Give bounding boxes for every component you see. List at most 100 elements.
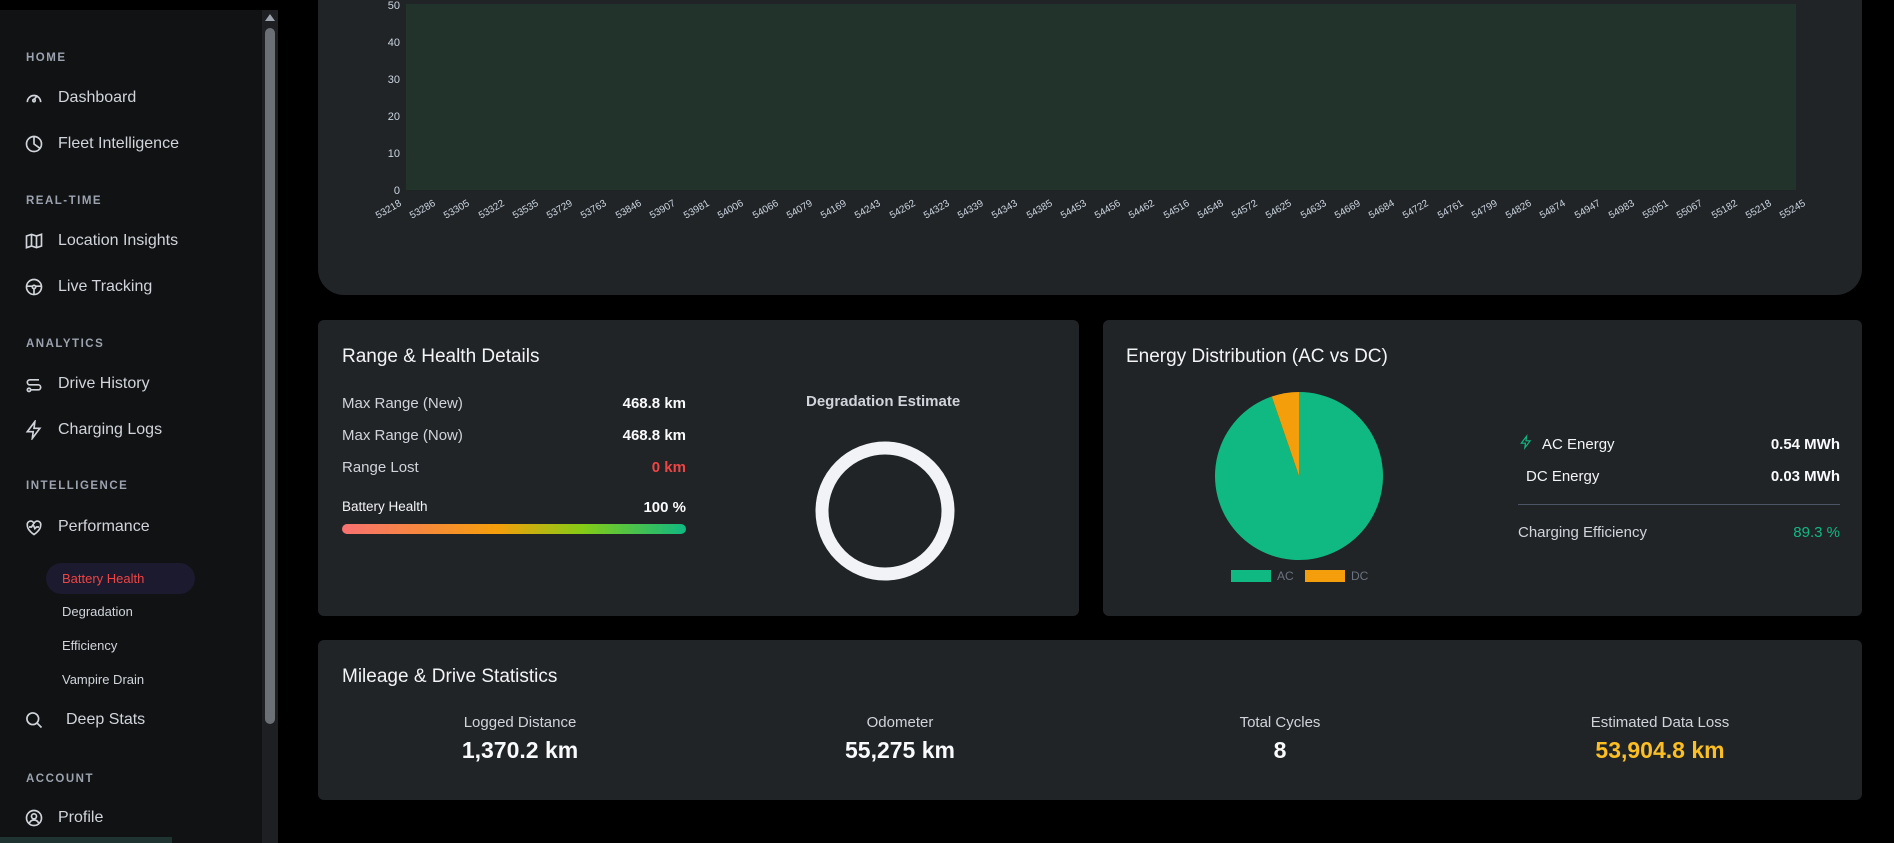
section-intelligence: INTELLIGENCE — [26, 480, 129, 492]
x-tick: 53305 — [442, 198, 473, 222]
x-tick: 54006 — [716, 198, 747, 222]
lightning-icon — [1520, 434, 1532, 450]
scroll-thumb[interactable] — [265, 28, 275, 724]
x-tick: 54874 — [1538, 198, 1568, 222]
x-tick: 53981 — [682, 198, 712, 222]
pie-chart-icon — [25, 135, 43, 153]
energy-title: Energy Distribution (AC vs DC) — [1126, 346, 1388, 367]
section-home: HOME — [26, 52, 67, 64]
y-tick: 50 — [387, 0, 400, 12]
x-tick: 54722 — [1401, 198, 1431, 222]
y-tick: 40 — [387, 37, 400, 49]
battery-health-value: 100 % — [643, 499, 686, 516]
x-tick: 54625 — [1264, 198, 1294, 222]
logged-distance-label: Logged Distance — [463, 714, 577, 731]
nav-location-insights[interactable]: Location Insights — [24, 231, 178, 251]
dc-energy-label: DC Energy — [1526, 468, 1600, 485]
section-analytics: ANALYTICS — [26, 338, 105, 350]
y-tick: 0 — [393, 185, 400, 197]
x-tick: 54323 — [921, 198, 952, 222]
nav-drive-history[interactable]: Drive History — [24, 374, 150, 394]
x-tick: 55051 — [1641, 198, 1671, 222]
sub-item-efficiency[interactable]: Efficiency — [62, 638, 117, 653]
nav-live-label: Live Tracking — [58, 278, 153, 295]
range-lost-label: Range Lost — [342, 459, 419, 476]
x-tick: 54572 — [1230, 198, 1260, 222]
x-tick: 53535 — [510, 198, 541, 222]
sub-battery-label: Battery Health — [62, 571, 145, 586]
steering-wheel-icon — [25, 278, 43, 296]
nav-performance[interactable]: Performance — [24, 517, 150, 537]
legend-dc-swatch — [1305, 570, 1345, 582]
legend-dc-label: DC — [1351, 569, 1369, 583]
x-tick: 54079 — [784, 198, 815, 222]
x-tick: 54453 — [1058, 198, 1089, 222]
max-range-new-value: 468.8 km — [622, 395, 686, 412]
section-realtime: REAL-TIME — [26, 195, 103, 207]
user-circle-icon — [25, 809, 43, 827]
max-range-now-value: 468.8 km — [622, 427, 686, 444]
nav-deep-stats[interactable]: Deep Stats — [24, 710, 145, 730]
nav-fleet-intelligence[interactable]: Fleet Intelligence — [24, 134, 179, 154]
ac-energy-label: AC Energy — [1542, 436, 1615, 453]
nav-charging-label: Charging Logs — [58, 421, 163, 438]
mileage-title: Mileage & Drive Statistics — [342, 666, 558, 687]
data-loss-value: 53,904.8 km — [1595, 737, 1725, 763]
scroll-up-arrow-icon[interactable] — [265, 14, 275, 21]
x-tick: 53763 — [579, 198, 610, 222]
sub-item-battery-health[interactable]: Battery Health — [46, 563, 195, 594]
x-tick: 54983 — [1606, 198, 1637, 222]
battery-health-label: Battery Health — [342, 499, 428, 514]
range-health-card: Range & Health Details Max Range (New) 4… — [318, 320, 1079, 616]
odometer-label: Odometer — [866, 714, 934, 731]
nav-location-label: Location Insights — [58, 232, 179, 249]
sub-item-vampire-drain[interactable]: Vampire Drain — [62, 672, 144, 687]
x-tick: 55218 — [1743, 198, 1774, 222]
x-tick: 54761 — [1435, 198, 1466, 222]
odometer-stat: Odometer 55,275 km — [750, 714, 1050, 764]
map-icon — [25, 233, 43, 249]
x-tick: 53322 — [476, 198, 507, 222]
legend-ac-swatch — [1231, 570, 1271, 582]
x-tick: 55182 — [1709, 198, 1740, 222]
chart-plot-area — [406, 4, 1796, 190]
odometer-value: 55,275 km — [845, 737, 955, 763]
charging-efficiency-label: Charging Efficiency — [1518, 524, 1647, 541]
x-tick: 53907 — [647, 198, 678, 222]
x-tick: 55067 — [1675, 198, 1705, 222]
heart-pulse-icon — [26, 520, 42, 536]
lightning-icon — [25, 420, 42, 440]
sidebar: HOME Dashboard Fleet Intelligence REAL-T… — [0, 10, 262, 843]
gauge-icon — [26, 94, 42, 103]
x-tick: 54262 — [887, 198, 918, 222]
x-tick: 54548 — [1195, 198, 1226, 222]
x-tick: 54684 — [1367, 198, 1397, 222]
x-tick: 54516 — [1161, 198, 1192, 222]
energy-pie-chart — [1215, 392, 1383, 560]
nav-live-tracking[interactable]: Live Tracking — [24, 277, 152, 297]
data-loss-stat: Estimated Data Loss 53,904.8 km — [1510, 714, 1810, 764]
range-health-title: Range & Health Details — [342, 346, 540, 367]
range-lost-value: 0 km — [651, 459, 686, 476]
sub-item-degradation[interactable]: Degradation — [62, 604, 133, 619]
degradation-estimate-title: Degradation Estimate — [806, 393, 961, 410]
x-tick: 53218 — [374, 198, 404, 222]
section-account: ACCOUNT — [26, 773, 94, 785]
total-cycles-label: Total Cycles — [1239, 714, 1321, 731]
nav-dashboard[interactable]: Dashboard — [24, 88, 136, 108]
charging-efficiency-value: 89.3 % — [1793, 524, 1840, 541]
nav-profile[interactable]: Profile — [24, 808, 103, 828]
chart-card: 50 40 30 20 10 0 53218 53286 53305 53322 535… — [318, 0, 1862, 295]
nav-deep-label: Deep Stats — [66, 711, 146, 728]
sidebar-scrollbar[interactable] — [262, 10, 278, 843]
x-tick: 53286 — [408, 198, 438, 222]
max-range-new-label: Max Range (New) — [342, 395, 463, 412]
x-tick: 53729 — [545, 198, 575, 222]
x-tick: 54169 — [819, 198, 849, 222]
battery-health-bar — [342, 524, 686, 534]
ac-energy-value: 0.54 MWh — [1770, 436, 1840, 453]
route-icon — [26, 379, 42, 393]
total-cycles-value: 8 — [1273, 737, 1287, 763]
nav-profile-label: Profile — [58, 809, 104, 826]
nav-charging-logs[interactable]: Charging Logs — [24, 420, 162, 440]
